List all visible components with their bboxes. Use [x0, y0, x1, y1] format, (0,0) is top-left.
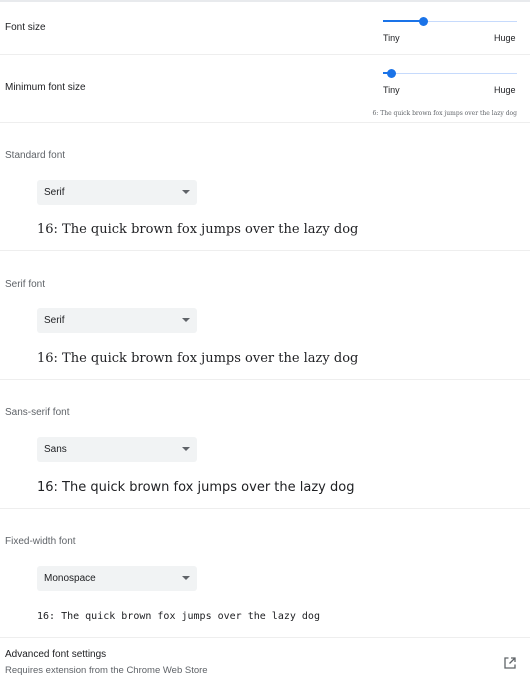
standard-font-selected: Serif: [44, 187, 65, 198]
chevron-down-icon: [182, 447, 190, 451]
sans-serif-font-selected: Sans: [44, 444, 67, 455]
fixed-width-font-preview: 16: The quick brown fox jumps over the l…: [37, 611, 320, 622]
sans-serif-font-label: Sans-serif font: [5, 407, 70, 418]
fixed-width-font-select[interactable]: Monospace: [37, 566, 197, 591]
serif-font-selected: Serif: [44, 315, 65, 326]
advanced-font-settings-subtitle: Requires extension from the Chrome Web S…: [5, 665, 208, 676]
chevron-down-icon: [182, 190, 190, 194]
serif-font-label: Serif font: [5, 279, 46, 290]
font-size-slider[interactable]: [383, 16, 517, 28]
minimum-font-size-label: Minimum font size: [5, 82, 86, 93]
fixed-width-font-label: Fixed-width font: [5, 536, 76, 547]
serif-font-preview: 16: The quick brown fox jumps over the l…: [37, 351, 359, 366]
slider-knob[interactable]: [419, 17, 429, 26]
chevron-down-icon: [182, 576, 190, 580]
top-border: [0, 0, 530, 2]
font-size-max-label: Huge: [494, 33, 516, 43]
minimum-font-size-slider[interactable]: [383, 68, 517, 80]
slider-fill: [383, 20, 424, 22]
sans-serif-font-preview: 16: The quick brown fox jumps over the l…: [37, 480, 355, 495]
standard-font-select[interactable]: Serif: [37, 180, 197, 205]
minimum-font-size-min-label: Tiny: [383, 85, 400, 95]
minimum-font-preview: 6: The quick brown fox jumps over the la…: [372, 110, 517, 117]
divider: [0, 122, 530, 123]
divider: [0, 54, 530, 55]
advanced-font-settings-title[interactable]: Advanced font settings: [5, 649, 106, 660]
font-size-min-label: Tiny: [383, 33, 400, 43]
standard-font-label: Standard font: [5, 150, 66, 161]
standard-font-preview: 16: The quick brown fox jumps over the l…: [37, 222, 359, 237]
external-link-icon[interactable]: [503, 656, 517, 670]
chevron-down-icon: [182, 318, 190, 322]
slider-track: [383, 73, 517, 74]
divider: [0, 508, 530, 509]
slider-knob[interactable]: [387, 69, 397, 78]
minimum-font-size-max-label: Huge: [494, 85, 516, 95]
fixed-width-font-selected: Monospace: [44, 573, 96, 584]
font-size-label: Font size: [5, 22, 46, 33]
serif-font-select[interactable]: Serif: [37, 308, 197, 333]
divider: [0, 637, 530, 638]
sans-serif-font-select[interactable]: Sans: [37, 437, 197, 462]
divider: [0, 379, 530, 380]
divider: [0, 250, 530, 251]
